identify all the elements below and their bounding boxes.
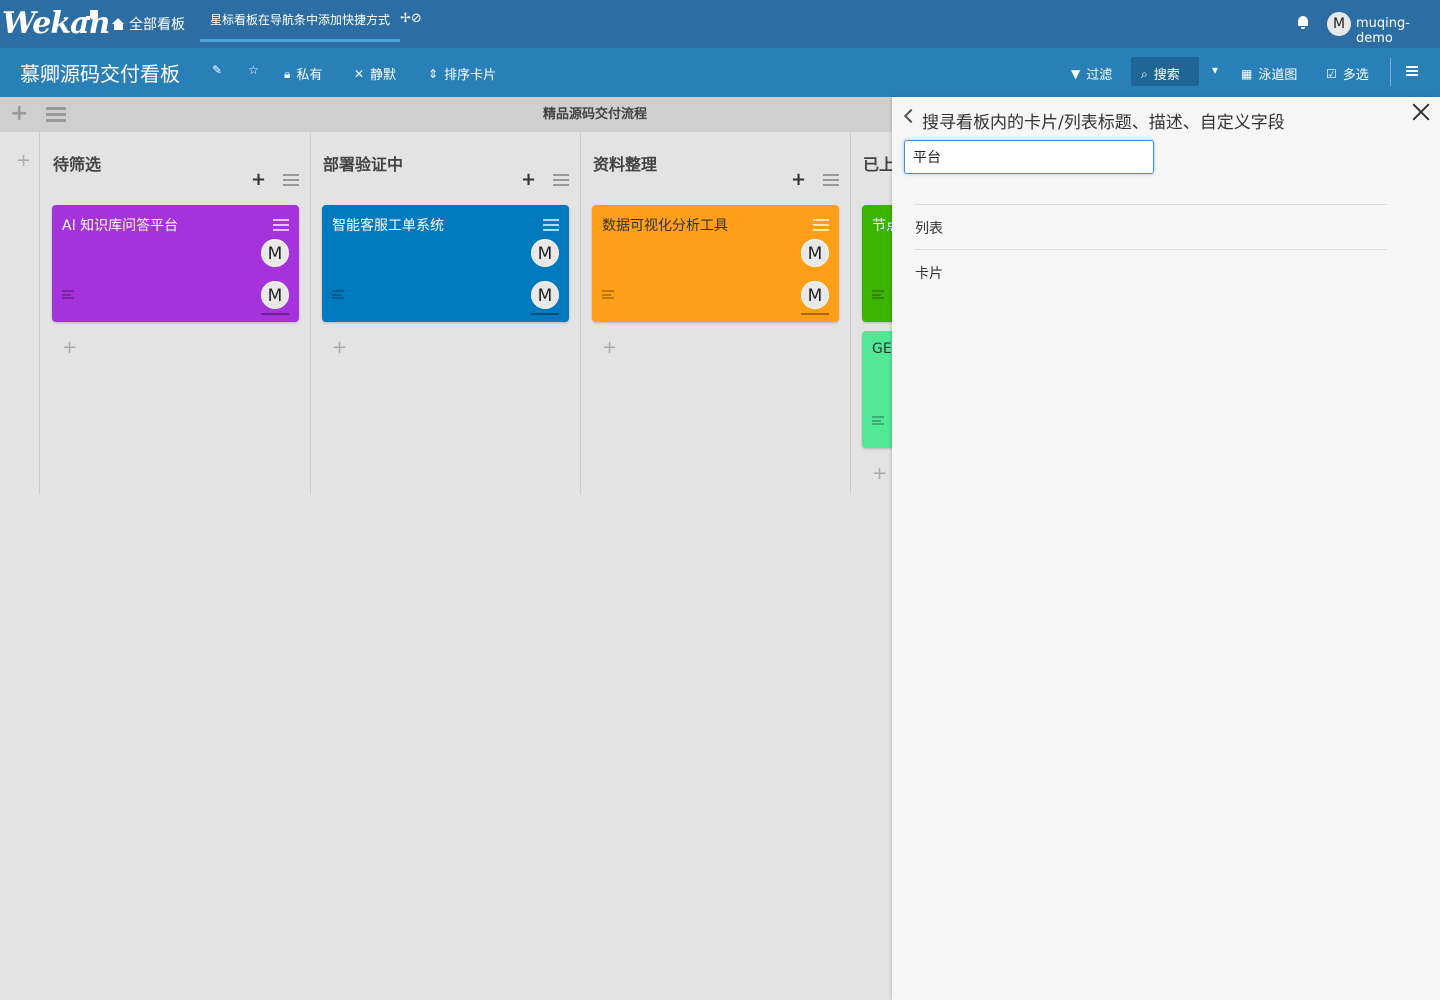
search-label: 搜索 — [1153, 68, 1180, 83]
all-boards-label: 全部看板 — [129, 17, 185, 33]
card[interactable]: 节点 — [862, 205, 892, 322]
starred-action-icons[interactable]: ✢⊘ — [400, 11, 422, 26]
add-card-icon[interactable]: + — [332, 337, 347, 358]
close-icon[interactable] — [1410, 101, 1432, 123]
add-card-icon[interactable]: + — [872, 463, 887, 484]
description-icon — [872, 290, 884, 299]
sort-label: 排序卡片 — [444, 68, 497, 83]
board-menu-icon[interactable] — [1406, 66, 1418, 76]
description-icon — [602, 290, 614, 299]
board-header: 慕卿源码交付看板 ✎ ☆ 🔒︎ 私有 ✕ 静默 ⇕ 排序卡片 ▼ 过滤 ⌕ 搜索… — [0, 48, 1440, 97]
divider — [915, 204, 1387, 205]
view-dropdown-button[interactable]: ▾ — [1212, 64, 1218, 76]
swimlanes-label: 泳道图 — [1258, 68, 1298, 83]
list-column: 已上 节点 GE + — [851, 132, 892, 494]
card[interactable]: AI 知识库问答平台 M M — [52, 205, 299, 322]
list-column: 待筛选 + AI 知识库问答平台 M M + — [41, 132, 311, 494]
swimlanes-view-button[interactable]: ▦ 泳道图 — [1241, 64, 1298, 84]
caret-down-icon: ▾ — [1212, 63, 1219, 77]
card-assignee-avatar[interactable]: M — [261, 281, 289, 309]
card[interactable]: GE — [862, 331, 892, 448]
card-title: 节点 — [872, 218, 892, 234]
filter-button[interactable]: ▼ 过滤 — [1071, 64, 1113, 84]
visibility-button[interactable]: 🔒︎ 私有 — [284, 64, 323, 84]
add-card-top-icon[interactable]: + — [521, 169, 536, 190]
checkbox-icon: ☑ — [1326, 66, 1337, 81]
card-menu-icon[interactable] — [813, 219, 829, 231]
list-column: 部署验证中 + 智能客服工单系统 M M + — [311, 132, 581, 494]
search-button[interactable]: ⌕ 搜索 — [1141, 64, 1180, 84]
add-list-icon[interactable]: + — [16, 150, 31, 171]
card-title: GE — [872, 341, 892, 357]
card-title: 智能客服工单系统 — [332, 218, 444, 234]
card-menu-icon[interactable] — [543, 219, 559, 231]
list-menu-icon[interactable] — [553, 174, 569, 186]
lists-results-heading: 列表 — [915, 221, 943, 237]
back-chevron-icon[interactable] — [903, 108, 919, 124]
add-card-top-icon[interactable]: + — [251, 169, 266, 190]
add-card-icon[interactable]: + — [602, 337, 617, 358]
edit-icon: ✎ — [212, 63, 223, 77]
sidebar-title: 搜寻看板内的卡片/列表标题、描述、自定义字段 — [922, 113, 1285, 133]
lists-area: + 待筛选 + AI 知识库问答平台 M M + 部署验证中 + 智能客服工单系… — [0, 132, 892, 494]
card-menu-icon[interactable] — [273, 219, 289, 231]
add-card-top-icon[interactable]: + — [791, 169, 806, 190]
card-underline — [801, 313, 829, 315]
user-name[interactable]: muqing-demo — [1356, 16, 1440, 46]
user-avatar[interactable]: M — [1327, 12, 1351, 36]
star-icon: ☆ — [248, 63, 259, 77]
card-assignee-avatar[interactable]: M — [801, 281, 829, 309]
description-icon — [872, 416, 884, 425]
starred-boards-hint: 星标看板在导航条中添加快捷方式 — [200, 0, 401, 42]
list-title[interactable]: 资料整理 — [593, 151, 657, 175]
description-icon — [332, 290, 344, 299]
card-title: 数据可视化分析工具 — [602, 218, 728, 234]
edit-board-button[interactable]: ✎ — [212, 64, 222, 76]
search-input[interactable] — [904, 140, 1154, 174]
list-menu-icon[interactable] — [823, 174, 839, 186]
filter-icon: ▼ — [1071, 66, 1081, 81]
description-icon — [62, 290, 74, 299]
search-icon: ⌕ — [1141, 66, 1148, 81]
multiselect-button[interactable]: ☑ 多选 — [1326, 64, 1369, 84]
star-board-button[interactable]: ☆ — [248, 64, 259, 76]
visibility-label: 私有 — [296, 68, 323, 83]
card-member-avatar[interactable]: M — [261, 239, 289, 267]
list-title[interactable]: 部署验证中 — [323, 151, 403, 175]
list-title[interactable]: 已上 — [863, 151, 892, 175]
board-title[interactable]: 慕卿源码交付看板 — [20, 58, 180, 87]
card-title: AI 知识库问答平台 — [62, 218, 179, 234]
mute-bell-icon: ✕ — [354, 66, 365, 81]
cards-results-heading: 卡片 — [915, 266, 943, 282]
divider — [915, 249, 1387, 250]
card-member-avatar[interactable]: M — [531, 239, 559, 267]
card-assignee-avatar[interactable]: M — [531, 281, 559, 309]
lock-icon: 🔒︎ — [284, 66, 291, 81]
home-icon — [112, 18, 125, 30]
sort-cards-button[interactable]: ⇕ 排序卡片 — [428, 64, 497, 84]
notifications-bell-icon[interactable] — [1297, 16, 1309, 30]
mute-button[interactable]: ✕ 静默 — [354, 64, 397, 84]
list-menu-icon[interactable] — [283, 174, 299, 186]
card-underline — [531, 313, 559, 315]
mute-label: 静默 — [370, 68, 397, 83]
list-column: 资料整理 + 数据可视化分析工具 M M + — [581, 132, 851, 494]
all-boards-link[interactable]: 全部看板 — [112, 14, 185, 34]
card-underline — [261, 313, 289, 315]
filter-label: 过滤 — [1086, 68, 1113, 83]
add-list-column: + — [0, 132, 40, 494]
multiselect-label: 多选 — [1342, 68, 1369, 83]
logo-mark-icon — [86, 10, 98, 20]
sort-icon: ⇕ — [428, 66, 439, 81]
header-divider — [1390, 58, 1391, 86]
list-title[interactable]: 待筛选 — [53, 151, 101, 175]
swimlane-header: + 精品源码交付流程 — [0, 97, 892, 132]
card[interactable]: 数据可视化分析工具 M M — [592, 205, 839, 322]
grid-icon: ▦ — [1241, 66, 1253, 81]
search-sidebar: 搜寻看板内的卡片/列表标题、描述、自定义字段 列表 卡片 — [892, 97, 1440, 1000]
card-member-avatar[interactable]: M — [801, 239, 829, 267]
card[interactable]: 智能客服工单系统 M M — [322, 205, 569, 322]
top-header: Wekan 全部看板 星标看板在导航条中添加快捷方式 ✢⊘ M muqing-d… — [0, 0, 1440, 48]
add-card-icon[interactable]: + — [62, 337, 77, 358]
